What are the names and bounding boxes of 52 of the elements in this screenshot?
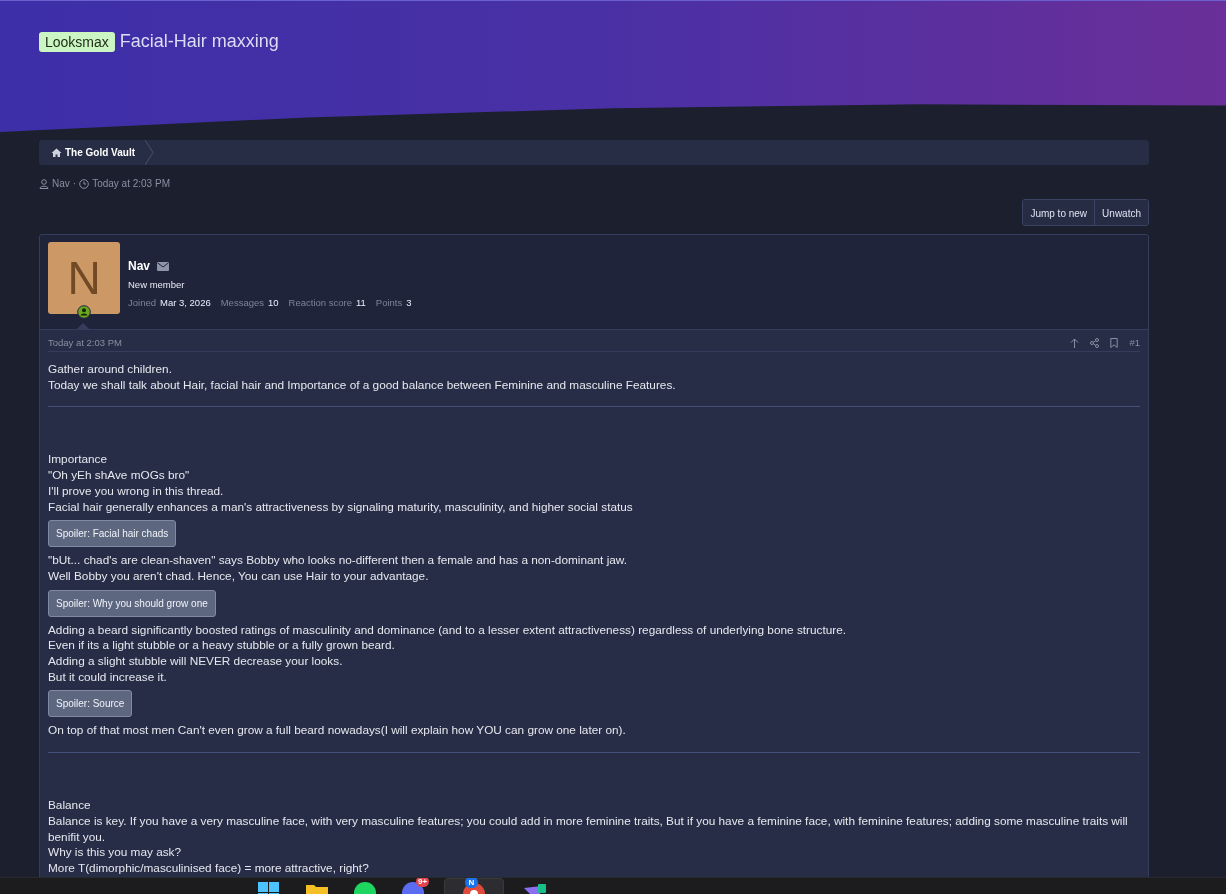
thread-action-button[interactable]: Unwatch [1094, 200, 1148, 225]
spoiler-button[interactable]: Spoiler: Why you should grow one [48, 589, 216, 617]
post-text: Gather around children. [48, 362, 173, 378]
post-text: Balance [48, 798, 92, 814]
spoiler-button[interactable]: Spoiler: Source [48, 690, 133, 718]
username-link[interactable]: Nav [128, 259, 150, 273]
stat-value: 11 [355, 297, 366, 308]
user-icon [39, 178, 49, 189]
post-text: Why is this you may ask? [48, 845, 183, 861]
spoiler-button[interactable]: Spoiler: Facial hair chads [48, 520, 177, 548]
home-icon [51, 148, 62, 157]
post-text: Adding a slight stubble will NEVER decrease your looks. [48, 654, 344, 670]
post-text: Today we shall talk about Hair, facial hair and Importance of a good balance between Feminine and masculine Features. [48, 377, 677, 394]
notification-badge: N [465, 878, 478, 888]
thread-author-link[interactable]: Nav [52, 178, 70, 189]
post-time-link[interactable]: Today at 2:03 PM [48, 337, 122, 348]
post-text: I'll prove you wrong in this thread. [48, 483, 225, 500]
breadcrumb-link[interactable]: The Gold Vault [51, 140, 145, 165]
post-text: Balance is key. If you have a very masculine face, with very masculine features; you could add in more feminine traits, But if you have a feminine face, with feminine features; adding some masculine traits will benifit you. [48, 813, 1129, 846]
avatar[interactable]: N [48, 242, 120, 314]
stat-value: 10 [268, 297, 279, 308]
post-text: "bUt... chad's are clean-shaven" says Bobby who looks no-different then a female and has a non-dominant jaw. [48, 553, 628, 569]
post-number-link[interactable]: #1 [1129, 337, 1140, 348]
post-text: Well Bobby you aren't chad. Hence, You can use Hair to your advantage. [48, 568, 430, 585]
stat-label: Messages [220, 297, 264, 308]
stat-label: Reaction score [288, 297, 352, 308]
stat-value: 3 [406, 297, 412, 308]
user-title: New member [128, 279, 186, 290]
taskbar-app-button[interactable]: N [444, 878, 504, 894]
stat-label: Points [375, 297, 403, 308]
post-text: Importance [48, 452, 108, 469]
bookmark-icon[interactable] [1110, 337, 1119, 348]
taskbar-app-button[interactable]: 9+ [396, 878, 430, 894]
thread-prefix-tag[interactable]: Looksmax [39, 31, 115, 52]
clock-icon [79, 178, 90, 189]
post-text: Adding a beard significantly boosted ratings of masculinity and dominance (and to a lesser extent attractiveness) regardless of underlying bone structure. [48, 622, 848, 639]
post-text: Facial hair generally enhances a man's attractiveness by signaling maturity, masculinity, and higher social status [48, 499, 634, 516]
post-text: On top of that most men Can't even grow a full beard nowadays(I will explain how YOU can grow one later on). [48, 723, 627, 740]
share-icon[interactable] [1090, 337, 1100, 348]
thread-title: Facial-Hair maxxing [119, 31, 279, 52]
post-text: Even if its a light stubble or a heavy stubble or a fully grown beard. [48, 638, 396, 655]
breadcrumb-chevron [145, 140, 155, 165]
post-text: More T(dimorphic/masculinised face) = more attractive, right? [48, 860, 370, 877]
stat-value: Mar 3, 2026 [160, 297, 211, 308]
stat-label: Joined [128, 297, 156, 308]
thread-time: Today at 2:03 PM [92, 178, 170, 189]
post-text: "Oh yEh shAve mOGs bro" [48, 468, 191, 484]
up-arrow-icon[interactable] [1070, 337, 1080, 348]
post-text: But it could increase it. [48, 669, 168, 686]
notification-badge: 9+ [416, 878, 430, 887]
envelope-icon[interactable] [157, 261, 169, 271]
separator-dot: · [72, 178, 77, 189]
